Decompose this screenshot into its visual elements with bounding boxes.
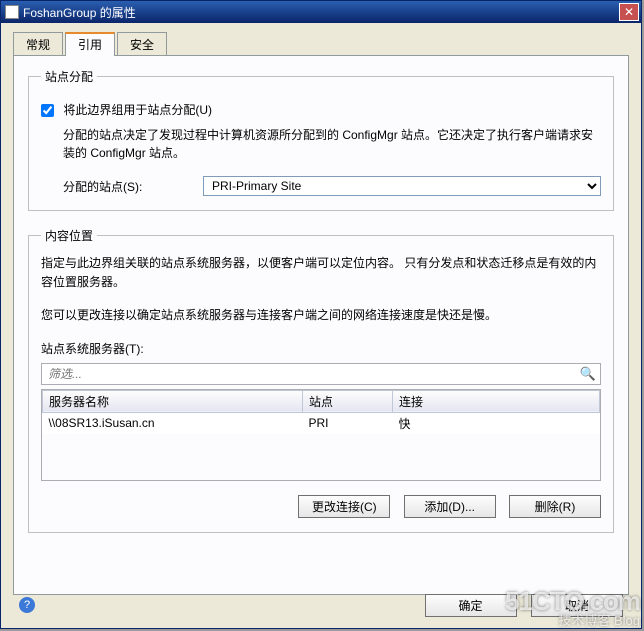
dialog-bottom-bar: ? 确定 取消 bbox=[3, 584, 639, 626]
titlebar[interactable]: FoshanGroup 的属性 ✕ bbox=[1, 1, 641, 23]
change-connection-button[interactable]: 更改连接(C) bbox=[298, 495, 390, 518]
dialog-button-group: 确定 取消 bbox=[415, 594, 623, 617]
properties-dialog: FoshanGroup 的属性 ✕ 常规 引用 安全 站点分配 将此边界组用于站… bbox=[0, 0, 642, 629]
servers-label: 站点系统服务器(T): bbox=[41, 340, 601, 357]
tab-references[interactable]: 引用 bbox=[65, 32, 115, 56]
cancel-button[interactable]: 取消 bbox=[531, 594, 623, 617]
tab-panel: 站点分配 将此边界组用于站点分配(U) 分配的站点决定了发现过程中计算机资源所分… bbox=[13, 55, 629, 595]
col-connection[interactable]: 连接 bbox=[393, 390, 600, 412]
tab-general[interactable]: 常规 bbox=[13, 32, 63, 56]
tabstrip: 常规 引用 安全 bbox=[3, 25, 639, 55]
assigned-site-row: 分配的站点(S): PRI-Primary Site bbox=[41, 176, 601, 196]
search-icon[interactable]: 🔍 bbox=[580, 366, 596, 382]
servers-table: 服务器名称 站点 连接 \\08SR13.iSusan.cn PRI 快 bbox=[42, 390, 600, 434]
table-row[interactable]: \\08SR13.iSusan.cn PRI 快 bbox=[43, 412, 600, 434]
assignment-checkbox-row: 将此边界组用于站点分配(U) bbox=[41, 101, 601, 118]
servers-table-wrap[interactable]: 服务器名称 站点 连接 \\08SR13.iSusan.cn PRI 快 bbox=[41, 389, 601, 481]
col-server-name[interactable]: 服务器名称 bbox=[43, 390, 303, 412]
assignment-description: 分配的站点决定了发现过程中计算机资源所分配到的 ConfigMgr 站点。它还决… bbox=[63, 126, 601, 162]
remove-button[interactable]: 删除(R) bbox=[509, 495, 601, 518]
site-assignment-legend: 站点分配 bbox=[41, 68, 97, 85]
server-button-row: 更改连接(C) 添加(D)... 删除(R) bbox=[41, 495, 601, 518]
filter-wrap: 🔍 bbox=[41, 363, 601, 385]
use-for-site-assignment-label: 将此边界组用于站点分配(U) bbox=[63, 103, 212, 117]
assigned-site-label: 分配的站点(S): bbox=[63, 178, 203, 195]
close-button[interactable]: ✕ bbox=[619, 3, 639, 21]
ok-button[interactable]: 确定 bbox=[425, 594, 517, 617]
col-site[interactable]: 站点 bbox=[303, 390, 393, 412]
help-icon[interactable]: ? bbox=[19, 597, 35, 613]
tab-security[interactable]: 安全 bbox=[117, 32, 167, 56]
content-location-group: 内容位置 指定与此边界组关联的站点系统服务器，以便客户端可以定位内容。 只有分发… bbox=[28, 227, 614, 533]
filter-input[interactable] bbox=[41, 363, 601, 385]
use-for-site-assignment-checkbox[interactable] bbox=[41, 104, 54, 117]
add-button[interactable]: 添加(D)... bbox=[404, 495, 496, 518]
window-icon bbox=[5, 5, 19, 19]
cell-site: PRI bbox=[303, 412, 393, 434]
content-desc-2: 您可以更改连接以确定站点系统服务器与连接客户端之间的网络连接速度是快还是慢。 bbox=[41, 306, 601, 325]
cell-conn: 快 bbox=[393, 412, 600, 434]
dialog-client: 常规 引用 安全 站点分配 将此边界组用于站点分配(U) 分配的站点决定了发现过… bbox=[3, 25, 639, 626]
window-title: FoshanGroup 的属性 bbox=[23, 4, 136, 21]
assigned-site-select[interactable]: PRI-Primary Site bbox=[203, 176, 601, 196]
cell-server: \\08SR13.iSusan.cn bbox=[43, 412, 303, 434]
site-assignment-group: 站点分配 将此边界组用于站点分配(U) 分配的站点决定了发现过程中计算机资源所分… bbox=[28, 68, 614, 211]
content-location-legend: 内容位置 bbox=[41, 227, 97, 244]
table-header-row: 服务器名称 站点 连接 bbox=[43, 390, 600, 412]
content-desc-1: 指定与此边界组关联的站点系统服务器，以便客户端可以定位内容。 只有分发点和状态迁… bbox=[41, 254, 601, 292]
